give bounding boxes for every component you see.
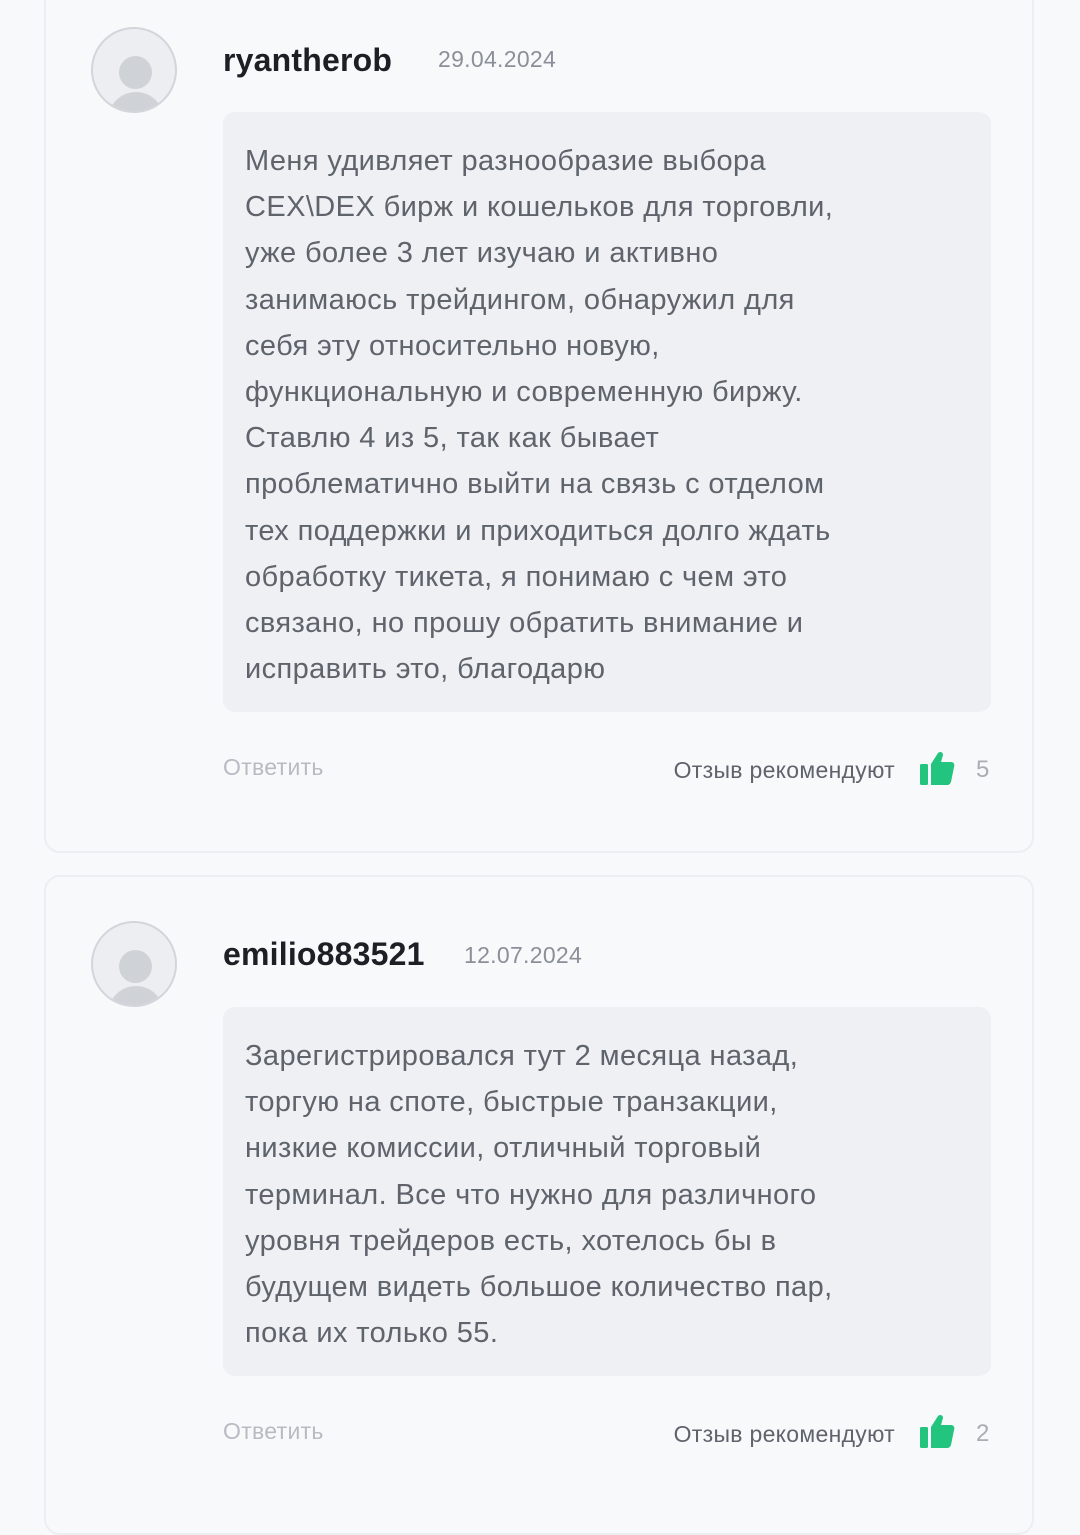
review-text: Зарегистрировался тут 2 месяца назад, то… xyxy=(245,1040,833,1350)
review-username[interactable]: ryantherob xyxy=(223,42,392,79)
thumbs-up-icon[interactable] xyxy=(919,750,955,786)
user-avatar-icon xyxy=(91,921,177,1007)
review-date: 29.04.2024 xyxy=(438,46,557,72)
recommend-label: Отзыв рекомендуют xyxy=(673,1421,895,1447)
thumbs-up-icon[interactable] xyxy=(919,1413,955,1449)
review-username[interactable]: emilio883521 xyxy=(223,936,425,973)
reply-button[interactable]: Ответить xyxy=(223,754,324,781)
user-avatar-icon xyxy=(91,27,177,113)
recommend-label: Отзыв рекомендуют xyxy=(673,757,895,783)
reply-button[interactable]: Ответить xyxy=(223,1418,324,1445)
review-date: 12.07.2024 xyxy=(464,942,583,968)
review-card: emilio883521 12.07.2024 Зарегистрировалс… xyxy=(44,875,1034,1535)
review-text-bubble: Зарегистрировался тут 2 месяца назад, то… xyxy=(223,1007,991,1376)
review-card: ryantherob 29.04.2024 Меня удивляет разн… xyxy=(44,0,1034,853)
review-text: Меня удивляет разнообразие выбора CEX\DE… xyxy=(245,145,834,686)
recommend-count: 5 xyxy=(976,756,990,783)
recommend-count: 2 xyxy=(976,1420,990,1447)
review-text-bubble: Меня удивляет разнообразие выбора CEX\DE… xyxy=(223,112,991,712)
